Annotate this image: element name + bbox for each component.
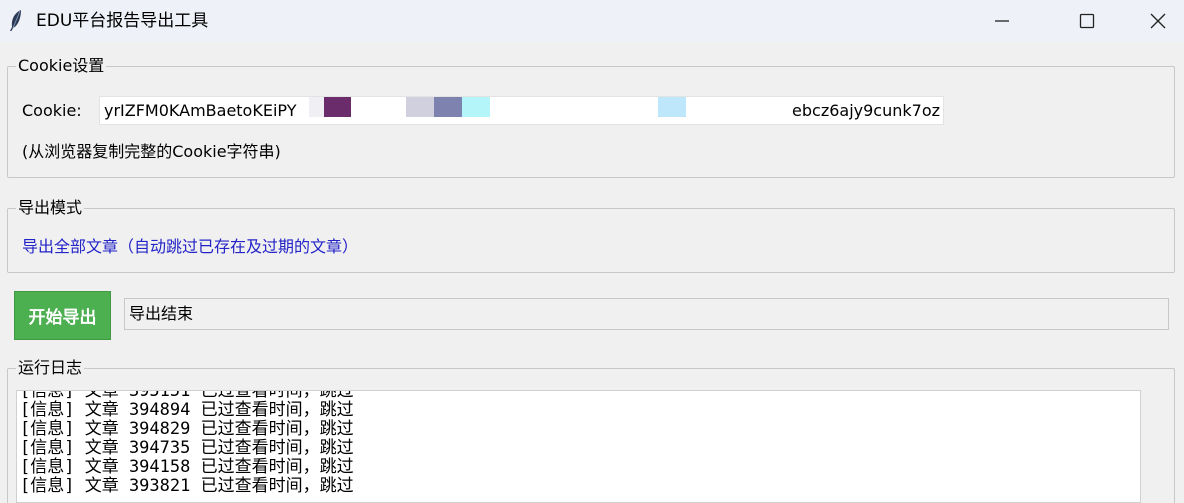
log-line: [信息] 文章 394894 已过查看时间，跳过 <box>20 400 354 420</box>
log-line: [信息] 文章 394829 已过查看时间，跳过 <box>20 419 354 439</box>
cookie-value-end: ebcz6ajy9cunk7oz <box>792 101 940 120</box>
start-export-button[interactable]: 开始导出 <box>14 291 111 340</box>
minimize-icon <box>995 20 1009 22</box>
log-line: [信息] 文章 393821 已过查看时间，跳过 <box>20 476 354 496</box>
status-field: 导出结束 <box>124 298 1169 330</box>
cookie-settings-legend: Cookie设置 <box>16 56 107 76</box>
minimize-button[interactable] <box>972 0 1032 42</box>
maximize-icon <box>1079 13 1095 29</box>
close-icon <box>1150 13 1166 29</box>
app-window: EDU平台报告导出工具 Cookie设置 Cookie: yrIZFM0KAmB… <box>0 0 1184 503</box>
redaction-block <box>462 97 490 117</box>
redaction-block <box>324 97 351 117</box>
cookie-value-start: yrIZFM0KAmBaetoKEiPY <box>104 101 297 120</box>
redaction-block <box>309 97 324 117</box>
cookie-input[interactable]: yrIZFM0KAmBaetoKEiPY ebcz6ajy9cunk7oz <box>99 96 944 125</box>
export-mode-description: 导出全部文章（自动跳过已存在及过期的文章） <box>22 237 359 256</box>
redaction-block <box>434 97 462 117</box>
maximize-button[interactable] <box>1057 0 1117 42</box>
log-line: [信息] 文章 394158 已过查看时间，跳过 <box>20 457 354 477</box>
cookie-hint: (从浏览器复制完整的Cookie字符串) <box>22 142 281 161</box>
redaction-block <box>406 97 434 117</box>
run-log-legend: 运行日志 <box>16 358 85 378</box>
log-textarea[interactable]: [信息] 文章 395151 已过查看时间，跳过 [信息] 文章 394894 … <box>16 390 1141 503</box>
export-mode-legend: 导出模式 <box>16 198 85 218</box>
cookie-label: Cookie: <box>22 101 82 120</box>
title-bar: EDU平台报告导出工具 <box>0 0 1184 42</box>
window-title: EDU平台报告导出工具 <box>36 11 209 31</box>
close-button[interactable] <box>1128 0 1184 42</box>
feather-icon <box>10 10 21 31</box>
redaction-block <box>658 97 686 117</box>
log-line: [信息] 文章 394735 已过查看时间，跳过 <box>20 438 354 458</box>
